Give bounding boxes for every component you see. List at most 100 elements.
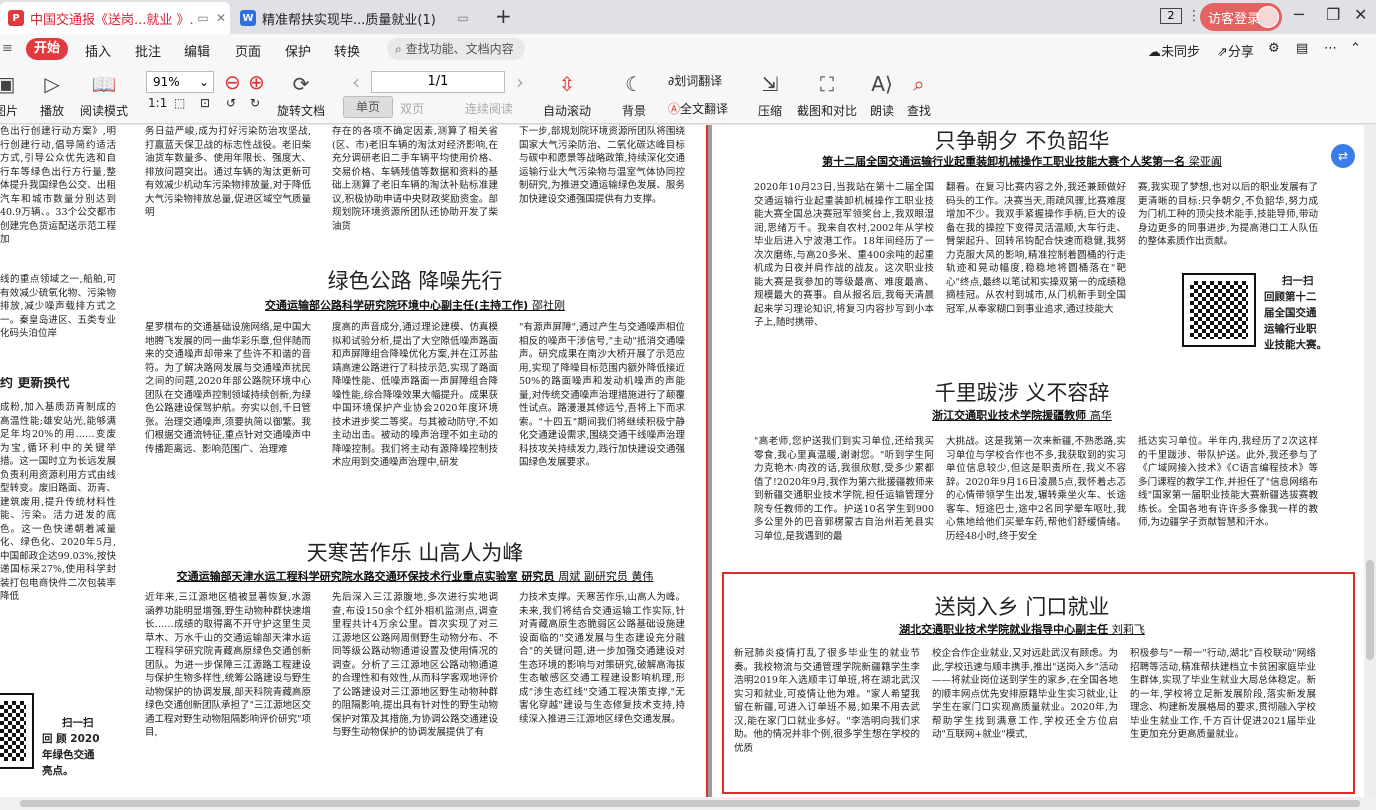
- zoom-in-icon: ⊕: [248, 70, 265, 94]
- menu-edit[interactable]: 编辑: [184, 41, 210, 60]
- tab-pdf-document[interactable]: P 中国交通报《送岗...就业 》.pdf ▭ ✕: [0, 2, 230, 34]
- article-column: 近年来,三江源地区植被显著恢复,水源涵养功能明显增强,野生动物种群快速增长……成…: [145, 592, 311, 738]
- word-translate-tool[interactable]: ∂ 划词翻译: [668, 72, 722, 89]
- visitor-login-button[interactable]: 访客登录: [1200, 3, 1282, 31]
- background-tool[interactable]: ☾ 背景: [622, 70, 646, 119]
- article-column: 度高的声音成分,通过理论建模、仿真模拟和试验分析,提出了大空隙低噪声路面和声屏障…: [332, 322, 498, 468]
- menu-convert[interactable]: 转换: [334, 41, 360, 60]
- close-tab-icon[interactable]: ✕: [212, 11, 230, 25]
- zoom-out-tool[interactable]: ⊖: [224, 68, 241, 96]
- tool-label: 图片: [0, 104, 19, 118]
- continuous-reading-button[interactable]: 连续阅读: [465, 100, 513, 117]
- prev-page-icon[interactable]: ‹: [352, 68, 360, 96]
- tool-label: 背景: [622, 104, 647, 118]
- rotate-left-icon[interactable]: ↺: [226, 96, 236, 110]
- tool-label: 查找: [907, 104, 932, 118]
- avatar: [1257, 6, 1279, 28]
- zoom-select[interactable]: 91% ⌄: [146, 71, 214, 93]
- article-column: 存在的各项不确定因素,测算了相关省(区、市)老旧车辆的淘汰对经济影响,在充分调研…: [332, 126, 498, 232]
- book-icon: 📖: [91, 72, 117, 96]
- zoom-in-tool[interactable]: ⊕: [248, 68, 265, 96]
- function-search-input[interactable]: ⌕ 查找功能、文档内容: [387, 38, 525, 60]
- byline-name: 邵社刚: [531, 299, 565, 312]
- tool-label: 压缩: [758, 104, 783, 118]
- scan-line: 年绿色交通: [42, 749, 95, 761]
- byline-role: 交通运输部天津水运工程科学研究院水路交通环保技术行业重点实验室 研究员: [176, 570, 555, 583]
- auto-scroll-tool[interactable]: ⇳ 自动滚动: [543, 70, 591, 119]
- article-column: 务日益严峻,成为打好污染防治攻坚战,打赢蓝天保卫战的标志性战役。老旧柴油货车数量…: [145, 126, 311, 218]
- close-window-icon[interactable]: ✕: [1354, 5, 1367, 24]
- full-translate-tool[interactable]: Ⓐ 全文翻译: [668, 100, 728, 117]
- tab-title: 精准帮扶实现毕...质量就业(1): [262, 12, 436, 28]
- double-page-button[interactable]: 双页: [400, 100, 424, 117]
- settings-gear-icon[interactable]: ⚙: [1268, 41, 1280, 56]
- floating-action-icon[interactable]: ⇄: [1331, 144, 1355, 168]
- vertical-scroll-thumb[interactable]: [1366, 560, 1374, 660]
- minimize-icon[interactable]: ─: [1294, 5, 1304, 24]
- menu-annotate[interactable]: 批注: [135, 41, 161, 60]
- article-column: "有源声屏障",通过产生与交通噪声相位相反的噪声干涉信号,"主动"抵消交通噪声。…: [519, 322, 685, 468]
- find-tool[interactable]: ⌕ 查找: [907, 70, 931, 119]
- more-icon[interactable]: ⋯: [1324, 41, 1337, 56]
- pdf-icon: P: [8, 10, 24, 26]
- menu-page[interactable]: 页面: [235, 41, 261, 60]
- speaker-icon: A⟩: [871, 72, 893, 96]
- tab-word-document[interactable]: W 精准帮扶实现毕...质量就业(1) ▭: [232, 2, 472, 34]
- maximize-icon[interactable]: ❐: [1326, 5, 1340, 24]
- next-page-icon[interactable]: ›: [516, 68, 524, 96]
- qr-code: [1182, 273, 1256, 347]
- restore-tab-icon[interactable]: ▭: [454, 11, 472, 25]
- read-aloud-tool[interactable]: A⟩ 朗读: [870, 70, 894, 119]
- tool-label: 自动滚动: [543, 104, 592, 118]
- page-number-input[interactable]: 1/1: [371, 71, 505, 93]
- scan-line: 业技能大赛。: [1264, 339, 1327, 351]
- template-icon[interactable]: ▤: [1296, 41, 1308, 56]
- rotate-right-icon[interactable]: ↻: [250, 96, 260, 110]
- article-column: 翻看。在复习比赛内容之外,我还兼顾做好码头的工作。决赛当天,雨疏风骤,比赛难度增…: [946, 182, 1126, 315]
- actual-size-icon[interactable]: 1:1: [148, 96, 167, 110]
- fit-width-icon[interactable]: ⊡: [200, 96, 210, 110]
- menu-insert[interactable]: 插入: [85, 41, 111, 60]
- play-icon: ▷: [44, 72, 60, 96]
- picture-tool[interactable]: ▣ 图片: [0, 70, 18, 119]
- tool-label: 截图和对比: [797, 104, 858, 118]
- scan-line: 届全国交通: [1264, 307, 1317, 319]
- rotate-document-tool[interactable]: ⟳ 旋转文档: [277, 70, 325, 119]
- window-count-badge[interactable]: 2: [1160, 8, 1182, 24]
- horizontal-scroll-thumb[interactable]: [20, 800, 1360, 807]
- scan-caption-left: 扫一扫 回 顾 2020 年绿色交通 亮点。: [42, 715, 100, 779]
- tool-label: 全文翻译: [680, 102, 729, 116]
- reading-mode-tool[interactable]: 📖 阅读模式: [80, 70, 128, 119]
- settings-icon[interactable]: ⋮: [1187, 8, 1201, 24]
- fit-page-icon[interactable]: ⬚: [174, 96, 185, 110]
- collapse-ribbon-icon[interactable]: ⌃: [1350, 41, 1361, 56]
- byline-role: 第十二届全国交通运输行业起重装卸机械操作工职业技能大赛个人奖第一名: [822, 155, 1186, 168]
- article-byline: 第十二届全国交通运输行业起重装卸机械操作工职业技能大赛个人奖第一名 梁亚阗: [732, 153, 1312, 169]
- play-tool[interactable]: ▷ 播放: [40, 70, 64, 119]
- new-tab-icon[interactable]: +: [495, 4, 512, 28]
- screenshot-icon: ⛶: [820, 72, 834, 96]
- compress-tool[interactable]: ⇲ 压缩: [758, 70, 782, 119]
- menu-protect[interactable]: 保护: [285, 41, 311, 60]
- article-column: 抵达实习单位。半年内,我经历了2次这样的千里跋涉、带队护送。此外,我还参与了《广…: [1138, 436, 1318, 528]
- menu-left-icon[interactable]: ≡: [2, 41, 13, 56]
- restore-tab-icon[interactable]: ▭: [194, 11, 212, 25]
- highlight-selection-box[interactable]: [722, 572, 1355, 794]
- tool-label: 旋转文档: [277, 104, 326, 118]
- selection-border-left: [706, 125, 708, 797]
- picture-icon: ▣: [0, 72, 16, 96]
- auto-scroll-icon: ⇳: [558, 72, 576, 96]
- word-icon: W: [240, 10, 256, 26]
- search-icon: ⌕: [395, 42, 402, 56]
- zoom-out-icon: ⊖: [224, 70, 241, 94]
- screenshot-compare-tool[interactable]: ⛶ 截图和对比: [797, 70, 857, 119]
- share-button[interactable]: ⇗分享: [1217, 41, 1254, 60]
- menu-start[interactable]: 开始: [26, 38, 68, 60]
- article-column: 星罗棋布的交通基础设施网络,是中国大地腾飞发展的同一曲华彩乐章,但伴随而来的交通…: [145, 322, 311, 455]
- sync-status[interactable]: ☁未同步: [1148, 41, 1200, 60]
- article-fragment-heading: 约 更新换代: [0, 377, 70, 391]
- article-column: 2020年10月23日,当我站在第十二届全国交通运输行业起重装卸机械操作工职业技…: [754, 182, 934, 328]
- vertical-scrollbar[interactable]: [1364, 125, 1376, 797]
- search-icon: ⌕: [913, 72, 925, 96]
- single-page-button[interactable]: 单页: [343, 96, 393, 118]
